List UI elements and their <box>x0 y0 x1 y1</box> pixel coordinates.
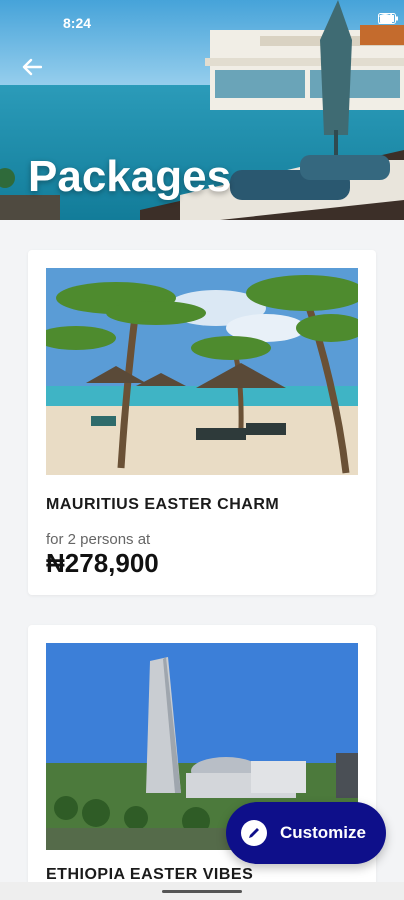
package-price: ₦278,900 <box>46 548 159 578</box>
back-button[interactable] <box>22 58 52 88</box>
navigation-bar <box>0 882 404 900</box>
header-hero: 8:24 Packages <box>0 0 404 220</box>
status-bar: 8:24 <box>0 0 404 44</box>
status-time: 8:24 <box>63 15 92 31</box>
package-subtitle: for 2 persons at <box>46 531 151 548</box>
package-list[interactable]: MAURITIUS EASTER CHARM for 2 persons at … <box>0 220 404 900</box>
pencil-icon <box>241 820 267 846</box>
customize-label: Customize <box>280 823 366 842</box>
package-image <box>46 268 358 475</box>
page-title: Packages <box>28 152 232 201</box>
home-indicator[interactable] <box>162 890 242 893</box>
package-name: MAURITIUS EASTER CHARM <box>46 496 280 513</box>
package-card[interactable]: MAURITIUS EASTER CHARM for 2 persons at … <box>28 250 376 595</box>
customize-button[interactable]: Customize <box>226 802 386 864</box>
arrow-left-icon <box>22 58 42 76</box>
